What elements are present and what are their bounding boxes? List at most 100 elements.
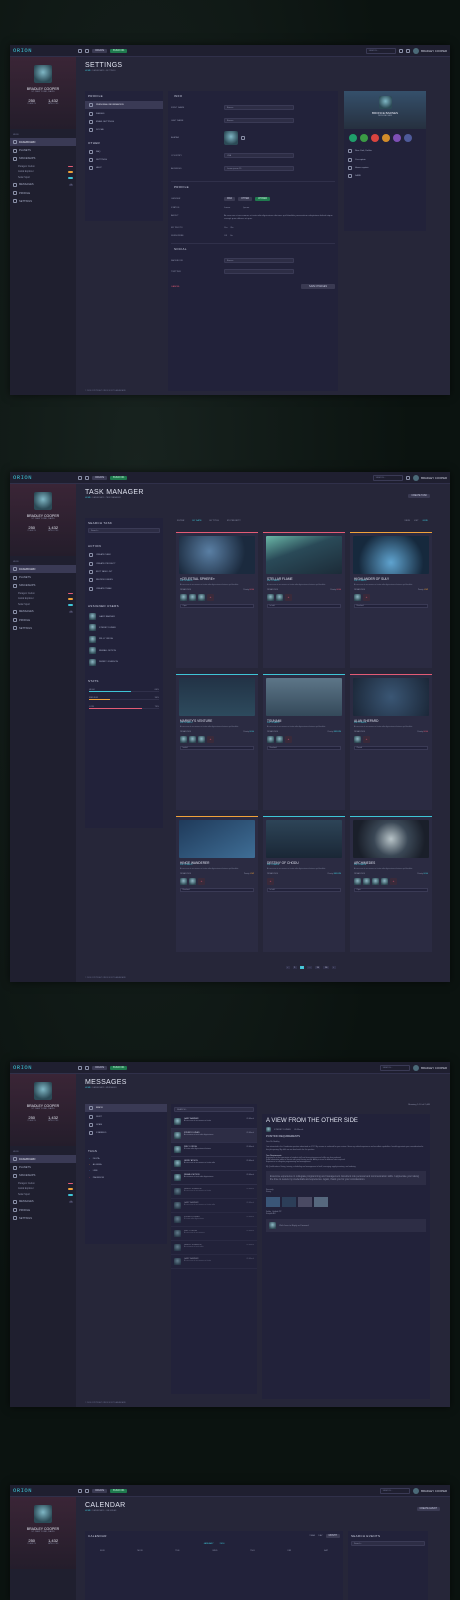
user-1[interactable]: GARY BANNER <box>85 611 163 622</box>
folder-starred[interactable]: STARRED <box>85 1129 167 1137</box>
task-card[interactable]: MARKEY'S VENTURE DUE: 20 MARCH At vero e… <box>176 674 258 810</box>
view-list[interactable]: LIST <box>414 520 419 522</box>
task-card[interactable]: ALAN SHEPARD DUE: 22 MARCH At vero eos e… <box>350 674 432 810</box>
menu-social[interactable]: SOCIAL <box>85 126 163 134</box>
nav-messages[interactable]: MESSAGES 3 <box>10 607 76 615</box>
create-event-button[interactable]: CREATE EVENT <box>416 1507 440 1511</box>
nav-messages[interactable]: MESSAGES 3 <box>10 1197 76 1205</box>
icon-orange[interactable] <box>382 134 390 142</box>
search-input[interactable]: SEARCH... <box>380 1487 411 1494</box>
menu-faq[interactable]: FAQ <box>85 148 163 156</box>
task-card[interactable]: STELLAR FLAME DUE: 12 MARCH At vero eos … <box>263 532 345 668</box>
country-select[interactable]: USA <box>224 153 294 158</box>
user-3[interactable]: WILLY ORIOH <box>85 634 163 645</box>
assignee-avatar[interactable] <box>381 877 388 885</box>
folder-inbox[interactable]: INBOX <box>85 1104 167 1113</box>
assignee-avatar[interactable] <box>267 735 274 743</box>
facebook-input[interactable]: Bronce <box>224 258 294 263</box>
nav-profile[interactable]: PROFILE <box>10 1206 76 1214</box>
task-card[interactable]: ARCHIMEDES DUE: 11 MARCH At vero eos et … <box>350 816 432 952</box>
bell-icon[interactable] <box>85 1488 89 1493</box>
subscribe-off[interactable]: Off <box>224 235 227 237</box>
task-card[interactable]: HIGHLANDER OF SULY DUE: 12 MARCH At vero… <box>350 532 432 668</box>
task-status-select[interactable]: Invalid <box>180 745 254 750</box>
nav-planets[interactable]: PLANETS <box>10 573 76 581</box>
nav-settings[interactable]: SETTINGS <box>10 1214 76 1222</box>
assignee-avatar[interactable] <box>267 593 274 601</box>
message-item[interactable]: DENNY JOHNSON At vero eos et accusamus et… <box>171 1185 257 1199</box>
menu-help[interactable]: HELP <box>85 164 163 172</box>
action-4[interactable]: REVIEW USERS <box>85 576 163 584</box>
year-select[interactable]: 2016 <box>220 1543 225 1545</box>
task-status-select[interactable]: In hold <box>267 887 341 892</box>
task-card[interactable]: HINGE WANDERER DUE: 16 MARCH At vero eos… <box>176 816 258 952</box>
nav-planets[interactable]: PLANETS <box>10 146 76 154</box>
chat-icon[interactable] <box>406 48 411 53</box>
view-month[interactable]: MONTH <box>325 1534 340 1538</box>
reply-link[interactable]: Click here to Reply or Forward <box>279 1225 309 1227</box>
task-card[interactable]: DESTINY OF CHODU DUE: 11 MARCH At vero e… <box>263 816 345 952</box>
assignee-avatar[interactable] <box>189 735 196 743</box>
assignee-avatar[interactable] <box>276 593 283 601</box>
user-2[interactable]: STEREY DUNED <box>85 622 163 633</box>
action-1[interactable]: CREATE TASK <box>85 551 163 559</box>
about-text[interactable]: At vero eos et accusamus et iusto odio d… <box>224 215 335 221</box>
user-icon[interactable] <box>406 475 411 480</box>
icon-blue[interactable] <box>404 134 412 142</box>
view-year[interactable]: YEAR <box>309 1535 315 1537</box>
task-status-select[interactable]: Resolved <box>180 887 254 892</box>
first-name-input[interactable]: Bronce <box>224 105 294 110</box>
message-item[interactable]: GARY BANNER At vero eos et accusamus et i… <box>171 1255 257 1269</box>
nav-spaceships[interactable]: SPACESHIPS <box>10 582 76 590</box>
menu-images[interactable]: IMAGES <box>85 109 163 117</box>
folder-spam[interactable]: SPAM <box>85 1121 167 1129</box>
gender-man[interactable]: MAN <box>224 197 236 201</box>
filter-date[interactable]: BY DATE <box>192 520 201 522</box>
task-status-select[interactable]: Open <box>354 887 428 892</box>
create-button[interactable]: CREATE <box>92 1488 108 1493</box>
avatar-preview[interactable] <box>224 131 238 145</box>
task-status-select[interactable]: Open <box>180 603 254 608</box>
task-search[interactable]: Search... <box>88 528 160 533</box>
task-status-select[interactable]: Resolved <box>354 603 428 608</box>
bell-icon[interactable] <box>85 48 89 53</box>
user-4[interactable]: REMALL MITION <box>85 645 163 656</box>
task-status-select[interactable]: Closed <box>354 745 428 750</box>
create-button[interactable]: CREATE <box>92 475 108 480</box>
save-button[interactable]: SAVE CHANGES <box>301 284 335 289</box>
action-3[interactable]: EDIT TASK LIST <box>85 568 163 576</box>
task-status-select[interactable]: Resolved <box>267 745 341 750</box>
month-select[interactable]: JANUARY <box>203 1543 213 1545</box>
search-input[interactable]: SEARCH... <box>373 474 404 481</box>
last-name-input[interactable]: Barnes <box>224 118 294 123</box>
task-card[interactable]: TSUNAMI DUE: 18 MARCH At vero eos et acc… <box>263 674 345 810</box>
add-assignee-button[interactable]: + <box>363 735 370 743</box>
view-day[interactable]: DAY <box>318 1535 322 1537</box>
gender-other[interactable]: OTHER <box>238 197 253 201</box>
assignee-avatar[interactable] <box>354 877 361 885</box>
message-item[interactable]: GARY BANNER At vero eos et accusamus et i… <box>171 1199 257 1213</box>
menu-icon[interactable] <box>78 1065 82 1070</box>
task-card[interactable]: «CELESTIAL SPHERE» DUE: 16 MARCH At vero… <box>176 532 258 668</box>
nav-planets[interactable]: PLANETS <box>10 1163 76 1171</box>
search-input[interactable]: SEARCH... <box>366 47 397 54</box>
nav-settings[interactable]: SETTINGS <box>10 197 76 205</box>
bell-icon[interactable] <box>85 1065 89 1070</box>
message-item[interactable]: REMALL MITION Accusamus et iusto odio dig… <box>171 1171 257 1185</box>
nav-messages[interactable]: MESSAGES 3 <box>10 180 76 188</box>
message-item[interactable]: WILLY ORIOH Et iusto odio dignissimos duc… <box>171 1143 257 1157</box>
message-search[interactable]: SEARCH... <box>174 1107 254 1112</box>
assignee-avatar[interactable] <box>189 877 196 885</box>
menu-personal-info[interactable]: PERSONAL INFORMATION <box>85 101 163 110</box>
nav-settings[interactable]: SETTINGS <box>10 624 76 632</box>
page-button[interactable]: 16 <box>323 966 329 969</box>
page-button[interactable]: ‹ <box>286 966 290 969</box>
gender-women[interactable]: WOMEN <box>255 197 271 201</box>
nav-profile[interactable]: PROFILE <box>10 189 76 197</box>
twitter-input[interactable] <box>224 269 294 274</box>
page-button[interactable]: ... <box>307 966 312 969</box>
nav-spaceships[interactable]: SPACESHIPS <box>10 1172 76 1180</box>
message-item[interactable]: STEREY DUNED Et iusto odio dignissimos 05 … <box>171 1213 257 1227</box>
menu-email[interactable]: EMAIL SETTINGS <box>85 118 163 126</box>
user-menu[interactable]: BRADLEY COOPER <box>413 474 447 481</box>
